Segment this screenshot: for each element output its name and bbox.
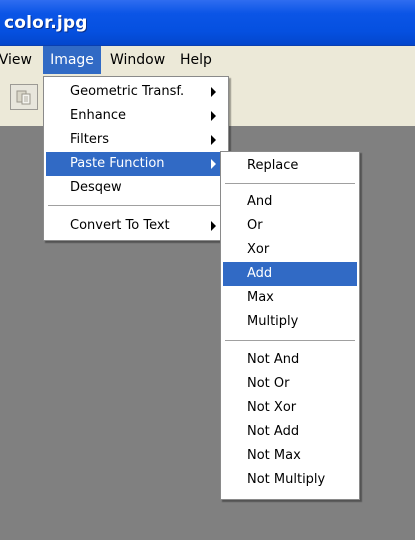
menu-item-label: Convert To Text	[70, 218, 170, 233]
submenu-item-not-add[interactable]: Not Add	[223, 420, 357, 444]
arrow-right-icon	[211, 87, 216, 97]
paste-function-submenu: Replace And Or Xor Add Max Multiply Not …	[220, 151, 360, 500]
menu-view-label: View	[0, 52, 32, 68]
menu-bar: View Image Window Help	[0, 46, 415, 74]
menu-item-label: Geometric Transf.	[70, 84, 185, 99]
menu-item-convert-to-text[interactable]: Convert To Text	[46, 214, 226, 238]
menu-separator	[225, 340, 355, 341]
menu-item-desqew[interactable]: Desqew	[46, 176, 226, 200]
paste-icon	[16, 90, 31, 105]
menu-item-label: Enhance	[70, 108, 127, 123]
menu-help[interactable]: Help	[180, 46, 220, 74]
submenu-item-add[interactable]: Add	[223, 262, 357, 286]
submenu-item-replace[interactable]: Replace	[223, 154, 357, 178]
submenu-item-multiply[interactable]: Multiply	[223, 310, 357, 334]
title-bar: color.jpg	[0, 0, 415, 46]
submenu-item-or[interactable]: Or	[223, 214, 357, 238]
menu-separator	[48, 205, 224, 206]
image-menu: Geometric Transf. Enhance Filters Paste …	[43, 76, 229, 241]
submenu-item-not-and[interactable]: Not And	[223, 348, 357, 372]
submenu-item-not-max[interactable]: Not Max	[223, 444, 357, 468]
menu-item-label: Desqew	[70, 180, 122, 195]
menu-item-filters[interactable]: Filters	[46, 128, 226, 152]
menu-item-enhance[interactable]: Enhance	[46, 104, 226, 128]
arrow-right-icon	[211, 135, 216, 145]
submenu-item-not-multiply[interactable]: Not Multiply	[223, 468, 357, 492]
window-title: color.jpg	[4, 13, 88, 33]
paste-button[interactable]	[10, 84, 38, 110]
menu-item-geometric-transf[interactable]: Geometric Transf.	[46, 80, 226, 104]
menu-item-label: Paste Function	[70, 156, 165, 171]
arrow-right-icon	[211, 111, 216, 121]
submenu-item-not-or[interactable]: Not Or	[223, 372, 357, 396]
submenu-item-and[interactable]: And	[223, 190, 357, 214]
menu-image[interactable]: Image	[43, 46, 101, 74]
menu-item-label: Filters	[70, 132, 109, 147]
menu-window[interactable]: Window	[110, 46, 170, 74]
menu-view[interactable]: View	[0, 46, 40, 74]
arrow-right-icon	[211, 221, 216, 231]
submenu-item-xor[interactable]: Xor	[223, 238, 357, 262]
submenu-item-max[interactable]: Max	[223, 286, 357, 310]
submenu-item-not-xor[interactable]: Not Xor	[223, 396, 357, 420]
menu-separator	[225, 183, 355, 184]
menu-item-paste-function[interactable]: Paste Function	[46, 152, 226, 176]
arrow-right-icon	[211, 159, 216, 169]
